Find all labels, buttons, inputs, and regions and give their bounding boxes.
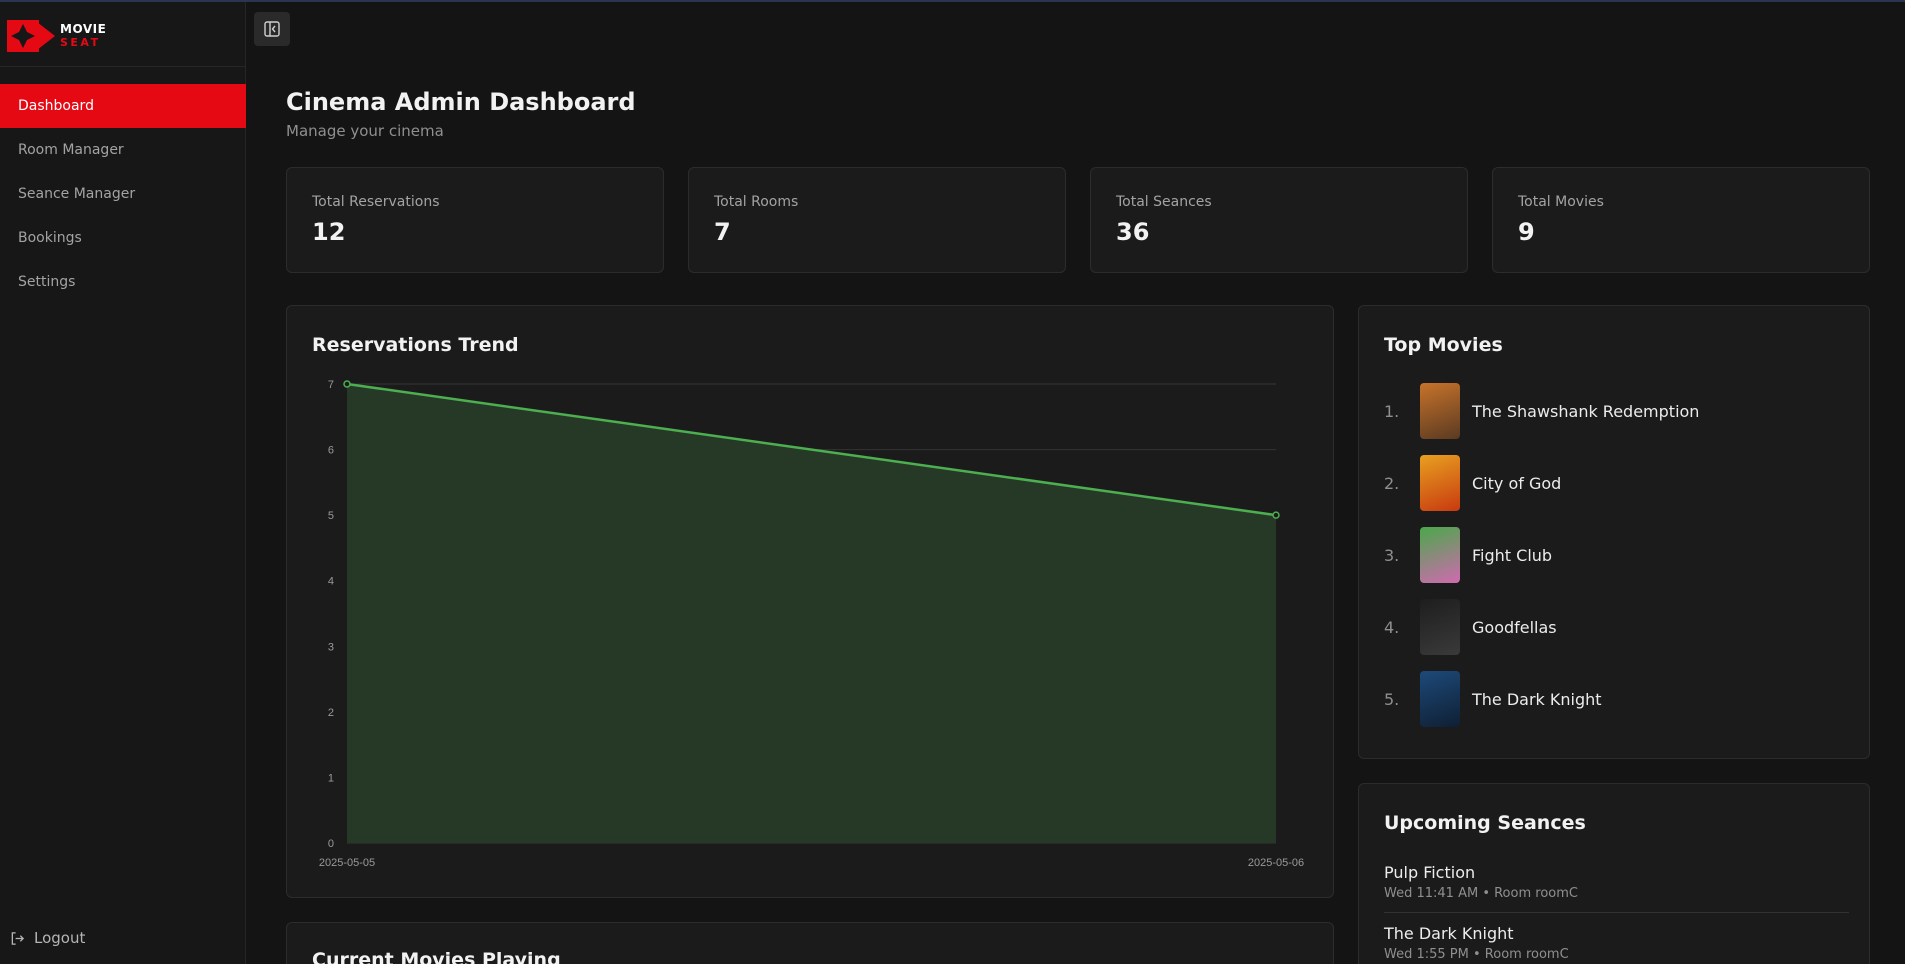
sidebar-item-label: Room Manager	[18, 142, 124, 158]
top-movie-rank: 3.	[1384, 545, 1400, 565]
top-movie-rank: 2.	[1384, 473, 1400, 493]
stat-value: 7	[714, 218, 731, 246]
seance-meta: Wed 1:55 PM • Room roomC	[1384, 947, 1569, 962]
sidebar-item-room-manager[interactable]: Room Manager	[0, 128, 246, 172]
stat-card-seances: Total Seances 36	[1090, 167, 1468, 273]
upcoming-seances-panel: Upcoming Seances Pulp Fiction Wed 11:41 …	[1358, 783, 1870, 964]
chart-data-point	[1272, 511, 1280, 519]
top-movie-item[interactable]: 4. Goodfellas	[1384, 598, 1557, 656]
top-movie-item[interactable]: 3. Fight Club	[1384, 526, 1552, 584]
sidebar: MOVIE SEAT Dashboard Room Manager Seance…	[0, 2, 246, 964]
movie-poster	[1420, 599, 1460, 655]
logo-text-seat: SEAT	[60, 36, 101, 49]
sidebar-item-bookings[interactable]: Bookings	[0, 216, 246, 260]
app-logo[interactable]: MOVIE SEAT	[7, 18, 106, 54]
seance-movie-title[interactable]: Pulp Fiction	[1384, 863, 1475, 882]
sidebar-divider	[0, 66, 246, 67]
chart-y-tick-label: 4	[328, 576, 334, 588]
chart-x-tick-label: 2025-05-06	[1248, 857, 1304, 869]
stat-label: Total Movies	[1518, 194, 1604, 210]
seance-movie-title[interactable]: The Dark Knight	[1384, 924, 1514, 943]
movie-poster	[1420, 455, 1460, 511]
chart-y-tick-label: 6	[328, 445, 334, 457]
stat-value: 12	[312, 218, 346, 246]
current-movies-panel: Current Movies Playing	[286, 922, 1334, 964]
stat-value: 36	[1116, 218, 1150, 246]
logo-icon	[7, 20, 55, 52]
sidebar-nav: Dashboard Room Manager Seance Manager Bo…	[0, 84, 246, 304]
logout-icon	[11, 931, 25, 945]
panel-title: Upcoming Seances	[1384, 812, 1586, 834]
sidebar-item-settings[interactable]: Settings	[0, 260, 246, 304]
sidebar-item-seance-manager[interactable]: Seance Manager	[0, 172, 246, 216]
sidebar-item-label: Bookings	[18, 230, 82, 246]
sidebar-item-label: Settings	[18, 274, 76, 290]
stat-value: 9	[1518, 218, 1535, 246]
chart-y-tick-label: 2	[328, 707, 334, 719]
logo-text-movie: MOVIE	[60, 22, 107, 36]
seance-divider	[1384, 912, 1849, 913]
page-title: Cinema Admin Dashboard	[286, 88, 636, 116]
top-border	[0, 0, 1905, 2]
stat-label: Total Rooms	[714, 194, 799, 210]
reservations-trend-panel: Reservations Trend 0 1 2 3 4 5 6 7 2025-05-05 202…	[286, 305, 1334, 898]
movie-poster	[1420, 383, 1460, 439]
top-movies-panel: Top Movies 1. The Shawshank Redemption 2. C…	[1358, 305, 1870, 759]
chart-data-point	[343, 380, 351, 388]
top-movie-title: The Dark Knight	[1472, 689, 1602, 709]
sidebar-item-dashboard[interactable]: Dashboard	[0, 84, 246, 128]
movie-poster	[1420, 527, 1460, 583]
top-movie-title: Goodfellas	[1472, 617, 1557, 637]
stat-label: Total Reservations	[312, 194, 440, 210]
chart-x-tick-label: 2025-05-05	[319, 857, 375, 869]
chart-area-fill	[347, 384, 1276, 843]
chart-y-tick-label: 3	[328, 641, 334, 653]
sidebar-item-label: Seance Manager	[18, 186, 136, 202]
sidebar-collapse-icon	[264, 21, 280, 37]
top-movie-title: Fight Club	[1472, 545, 1553, 565]
movie-poster	[1420, 671, 1460, 727]
chart-y-tick-label: 5	[328, 510, 334, 522]
chart-y-tick-label: 1	[328, 772, 334, 784]
top-movie-item[interactable]: 5. The Dark Knight	[1384, 670, 1602, 728]
top-movie-item[interactable]: 2. City of God	[1384, 454, 1561, 512]
page-subtitle: Manage your cinema	[286, 122, 444, 140]
stat-label: Total Seances	[1116, 194, 1212, 210]
logout-button[interactable]: Logout	[10, 924, 85, 952]
seance-meta: Wed 11:41 AM • Room roomC	[1384, 886, 1578, 901]
stat-card-reservations: Total Reservations 12	[286, 167, 664, 273]
chart-y-tick-label: 0	[328, 838, 334, 850]
panel-title: Top Movies	[1384, 334, 1503, 356]
top-movie-rank: 4.	[1384, 617, 1400, 637]
top-movie-rank: 5.	[1384, 689, 1400, 709]
reservations-trend-chart: 0 1 2 3 4 5 6 7 2025-05-05 2025-05-06	[319, 379, 1304, 869]
top-movie-title: City of God	[1472, 473, 1562, 493]
stat-card-rooms: Total Rooms 7	[688, 167, 1066, 273]
sidebar-item-label: Dashboard	[18, 98, 94, 114]
top-movie-item[interactable]: 1. The Shawshank Redemption	[1384, 382, 1699, 440]
logout-label: Logout	[34, 929, 86, 947]
top-movie-title: The Shawshank Redemption	[1472, 401, 1700, 421]
panel-title: Current Movies Playing	[312, 949, 561, 964]
top-movie-rank: 1.	[1384, 401, 1400, 421]
sidebar-toggle-button[interactable]	[254, 12, 290, 46]
stat-card-movies: Total Movies 9	[1492, 167, 1870, 273]
chart-y-tick-label: 7	[328, 379, 334, 391]
